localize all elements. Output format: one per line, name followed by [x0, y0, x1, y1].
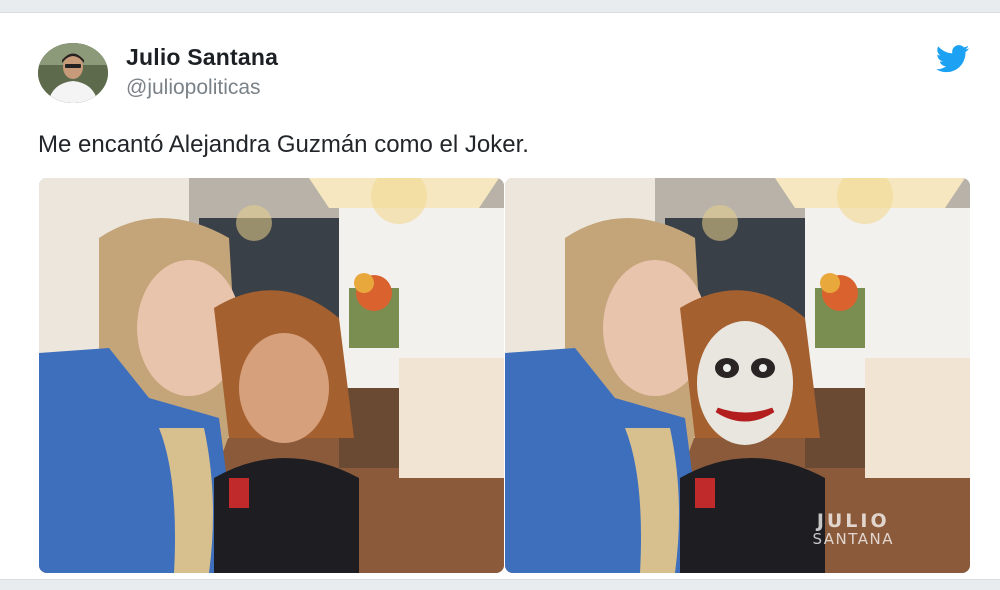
watermark-line2: SANTANA — [812, 530, 894, 548]
display-name[interactable]: Julio Santana — [126, 44, 278, 71]
twitter-bird-icon[interactable] — [935, 45, 970, 73]
tweet-photo-joker-edit[interactable]: JULIO SANTANA — [505, 178, 970, 573]
watermark-line1: JULIO — [816, 510, 890, 532]
tweet-text: Me encantó Alejandra Guzmán como el Joke… — [38, 131, 529, 158]
photo-watermark: JULIO SANTANA — [812, 512, 894, 547]
user-avatar[interactable] — [38, 43, 108, 103]
tweet-photo-original[interactable] — [39, 178, 504, 573]
tweet-card[interactable]: Julio Santana @juliopoliticas Me encantó… — [0, 12, 1000, 580]
user-handle[interactable]: @juliopoliticas — [126, 76, 261, 100]
